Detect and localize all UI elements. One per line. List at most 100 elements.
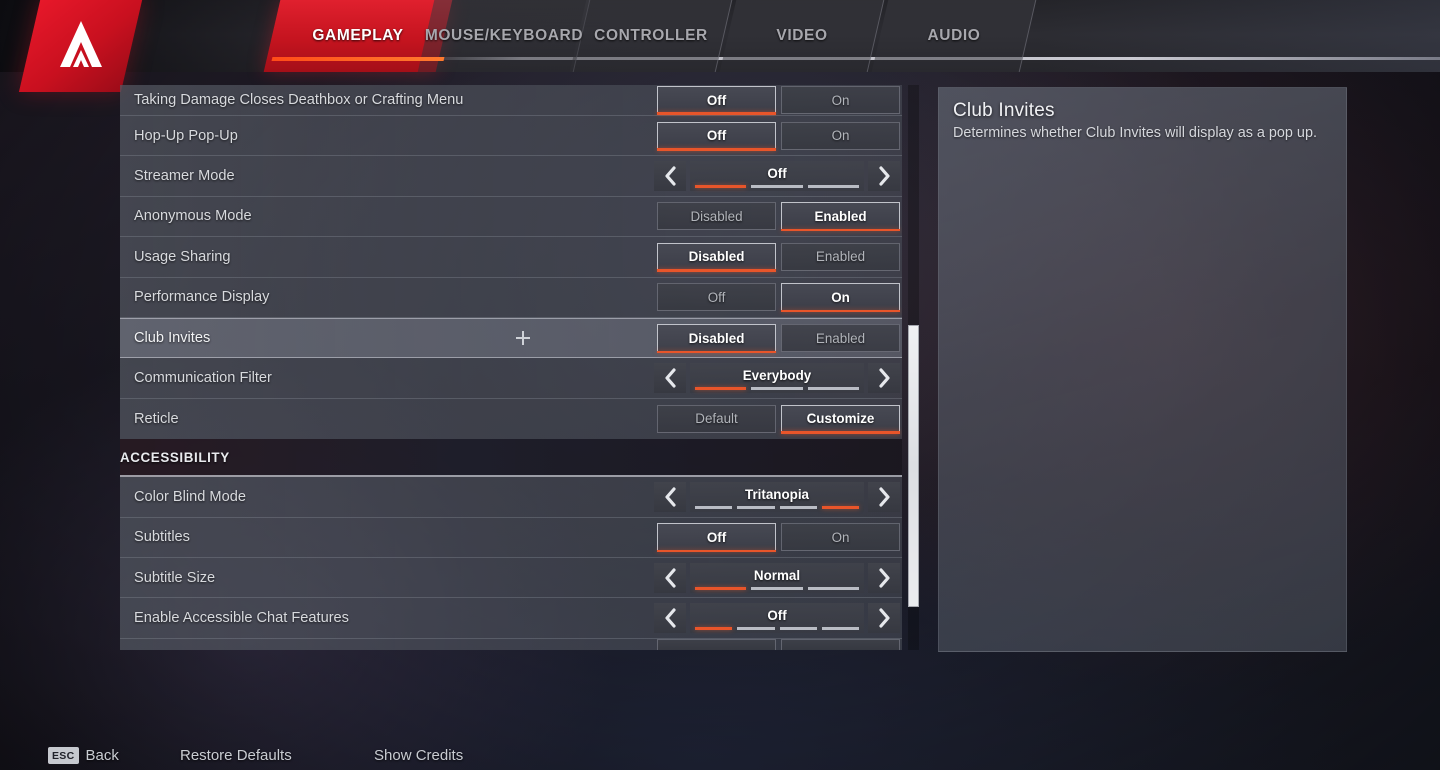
esc-key-badge: ESC — [48, 747, 79, 764]
tab-mouse-keyboard-label: MOUSE/KEYBOARD — [424, 27, 584, 44]
toggle-option-default[interactable]: Default — [657, 404, 776, 433]
section-header-label: ACCESSIBILITY — [120, 449, 230, 465]
row-control: Off — [654, 598, 900, 637]
toggle-option-enabled[interactable]: Enabled — [781, 202, 900, 232]
settings-row-enable-accessible-chat-features[interactable]: Enable Accessible Chat Features Off — [120, 598, 902, 639]
stepper-segment — [779, 505, 817, 509]
stepper-segments — [695, 387, 859, 391]
footer-restore-defaults-label: Restore Defaults — [180, 747, 292, 764]
toggle-option-off[interactable]: Off — [657, 121, 776, 151]
toggle-option-off[interactable]: Off — [657, 86, 776, 115]
chevron-left-icon[interactable] — [654, 602, 686, 633]
toggle-group: Off On — [657, 283, 900, 313]
toggle-option-on[interactable]: On — [781, 86, 900, 114]
tab-video-label: VIDEO — [776, 27, 828, 44]
toggle-option-off[interactable]: Off — [657, 283, 776, 312]
stepper-segments — [695, 185, 859, 189]
row-control — [657, 639, 900, 650]
tab-controller[interactable]: CONTROLLER — [569, 0, 733, 72]
settings-row-taking-damage[interactable]: Taking Damage Closes Deathbox or Craftin… — [120, 85, 902, 116]
chevron-right-icon[interactable] — [868, 562, 900, 593]
toggle-option-enabled[interactable]: Enabled — [781, 324, 900, 353]
detail-panel-description: Determines whether Club Invites will dis… — [953, 125, 1317, 141]
stepper-segment — [807, 586, 859, 590]
toggle-option-partial-left[interactable] — [657, 639, 776, 650]
settings-row-subtitles[interactable]: Subtitles Off On — [120, 517, 902, 558]
stepper-value-box[interactable]: Normal — [690, 562, 864, 593]
footer-show-credits-button[interactable]: Show Credits — [374, 747, 463, 764]
detail-panel: Club Invites Determines whether Club Inv… — [938, 87, 1347, 652]
settings-row-communication-filter[interactable]: Communication Filter Everybody — [120, 358, 902, 399]
stepper-group: Off — [654, 161, 900, 192]
toggle-option-on[interactable]: On — [781, 523, 900, 552]
stepper-segment — [821, 626, 859, 630]
tab-gameplay[interactable]: GAMEPLAY — [263, 0, 453, 72]
settings-row-streamer-mode[interactable]: Streamer Mode Off — [120, 156, 902, 197]
footer-back-button[interactable]: ESC Back — [48, 747, 119, 764]
row-control: Disabled Enabled — [657, 237, 900, 276]
toggle-option-on[interactable]: On — [781, 283, 900, 313]
row-control: Off On — [657, 116, 900, 155]
toggle-option-disabled[interactable]: Disabled — [657, 202, 776, 231]
stepper-group: Normal — [654, 562, 900, 593]
settings-row-reticle[interactable]: Reticle Default Customize — [120, 398, 902, 440]
settings-row-hop-up-pop-up[interactable]: Hop-Up Pop-Up Off On — [120, 116, 902, 157]
settings-row-anonymous-mode[interactable]: Anonymous Mode Disabled Enabled — [120, 196, 902, 238]
row-control: Off On — [657, 85, 900, 115]
toggle-option-enabled[interactable]: Enabled — [781, 242, 900, 271]
chevron-right-icon[interactable] — [868, 161, 900, 192]
chevron-left-icon[interactable] — [654, 363, 686, 394]
row-control: Normal — [654, 558, 900, 597]
chevron-right-icon[interactable] — [868, 481, 900, 512]
settings-row-partial-clipped[interactable] — [120, 638, 902, 650]
toggle-group: Disabled Enabled — [657, 324, 900, 354]
toggle-option-partial-right[interactable] — [781, 639, 900, 650]
toggle-group: Off On — [657, 86, 900, 115]
settings-row-color-blind-mode[interactable]: Color Blind Mode Tritanopia — [120, 477, 902, 518]
toggle-group: Default Customize — [657, 404, 900, 434]
row-control: Off On — [657, 518, 900, 557]
chevron-left-icon[interactable] — [654, 481, 686, 512]
detail-panel-title: Club Invites — [953, 100, 1055, 121]
stepper-group: Everybody — [654, 363, 900, 394]
footer-bar: ESC Back Restore Defaults Show Credits — [0, 724, 1440, 770]
toggle-option-disabled[interactable]: Disabled — [657, 242, 776, 272]
stepper-segment — [695, 586, 747, 590]
stepper-value: Tritanopia — [745, 486, 809, 502]
settings-row-club-invites[interactable]: Club Invites Disabled Enabled — [120, 317, 902, 359]
toggle-group: Off On — [657, 523, 900, 553]
row-control: Disabled Enabled — [657, 197, 900, 236]
row-control: Off On — [657, 278, 900, 317]
stepper-value-box[interactable]: Off — [690, 602, 864, 633]
tab-mouse-keyboard[interactable]: MOUSE/KEYBOARD — [417, 0, 591, 72]
settings-row-usage-sharing[interactable]: Usage Sharing Disabled Enabled — [120, 237, 902, 278]
stepper-value-box[interactable]: Everybody — [690, 363, 864, 394]
settings-row-subtitle-size[interactable]: Subtitle Size Normal — [120, 557, 902, 599]
stepper-group: Tritanopia — [654, 481, 900, 512]
tab-video[interactable]: VIDEO — [719, 0, 885, 72]
tab-gameplay-label: GAMEPLAY — [312, 27, 404, 44]
stepper-segment — [751, 387, 803, 391]
row-control: Tritanopia — [654, 477, 900, 516]
stepper-value-box[interactable]: Tritanopia — [690, 481, 864, 512]
row-control: Everybody — [654, 358, 900, 397]
stepper-segment — [751, 185, 803, 189]
footer-restore-defaults-button[interactable]: Restore Defaults — [180, 747, 292, 764]
stepper-segment — [737, 626, 775, 630]
chevron-right-icon[interactable] — [868, 363, 900, 394]
stepper-segment — [695, 626, 733, 630]
settings-row-performance-display[interactable]: Performance Display Off On — [120, 277, 902, 318]
tab-audio[interactable]: AUDIO — [871, 0, 1037, 72]
toggle-option-on[interactable]: On — [781, 121, 900, 150]
toggle-option-customize[interactable]: Customize — [781, 404, 900, 434]
chevron-left-icon[interactable] — [654, 562, 686, 593]
scrollbar-thumb[interactable] — [908, 325, 919, 607]
toggle-option-disabled[interactable]: Disabled — [657, 324, 776, 354]
toggle-group — [657, 639, 900, 650]
stepper-value-box[interactable]: Off — [690, 161, 864, 192]
apex-logo-icon — [60, 21, 102, 67]
row-control: Default Customize — [657, 399, 900, 439]
chevron-left-icon[interactable] — [654, 161, 686, 192]
toggle-option-off[interactable]: Off — [657, 523, 776, 553]
chevron-right-icon[interactable] — [868, 602, 900, 633]
